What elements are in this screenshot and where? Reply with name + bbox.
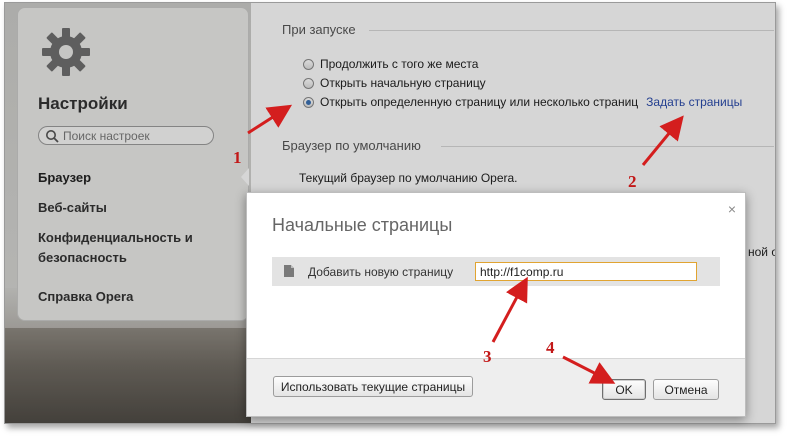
annotation-arrow-3 (491, 276, 528, 343)
annotation-number-2: 2 (628, 172, 637, 191)
annotation-layer: 1 2 3 4 (233, 104, 684, 384)
annotation-number-3: 3 (483, 347, 492, 366)
annotation-arrow-4 (562, 355, 616, 384)
annotation-arrow-1 (247, 104, 293, 135)
annotation-number-4: 4 (546, 338, 555, 357)
annotation-arrow-2 (641, 115, 684, 166)
annotation-number-1: 1 (233, 148, 242, 167)
